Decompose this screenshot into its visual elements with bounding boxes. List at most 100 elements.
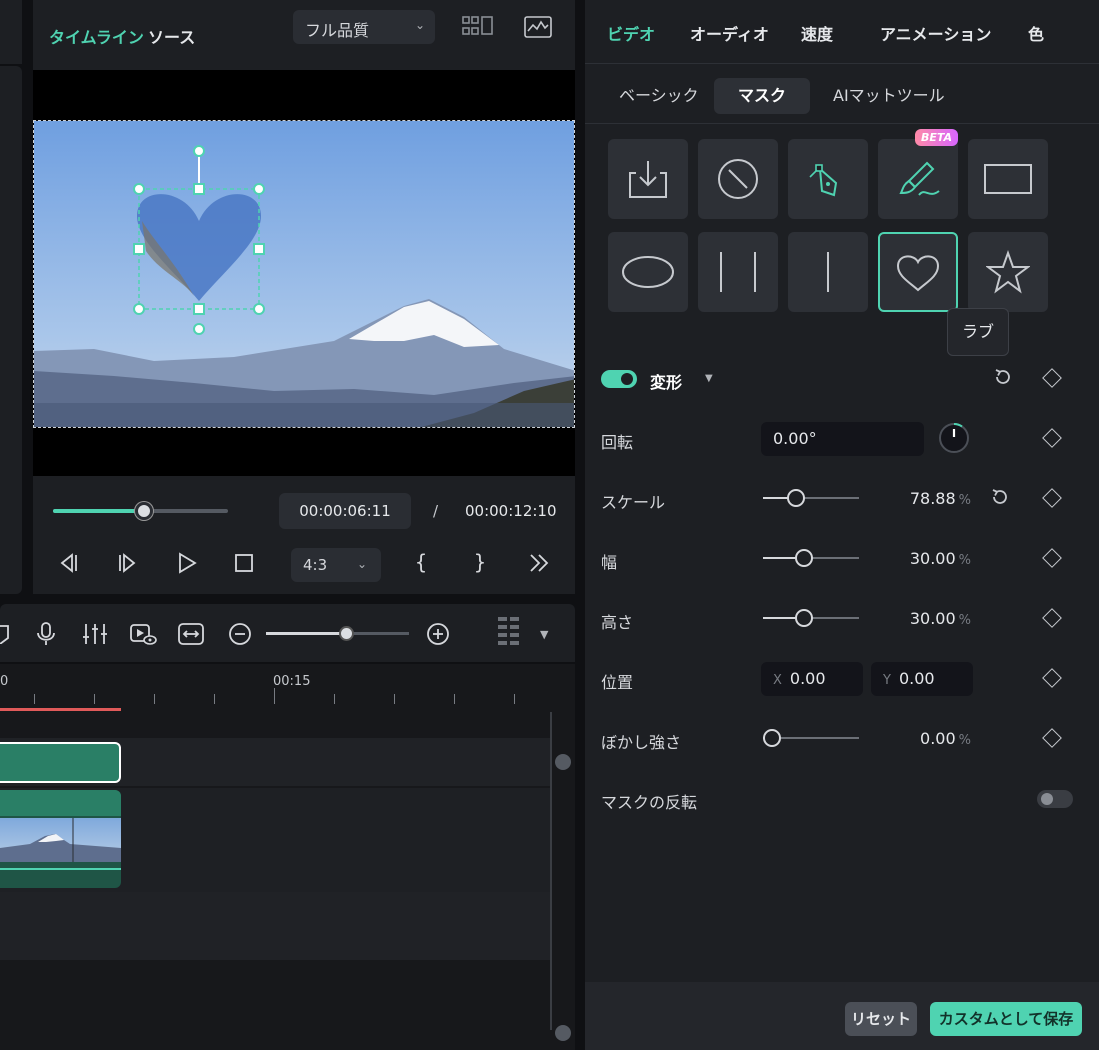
blur-number: 0.00	[920, 729, 956, 748]
grid-view-icon[interactable]	[462, 16, 494, 42]
reset-button[interactable]: リセット	[845, 1002, 917, 1036]
mask-ellipse-button[interactable]	[608, 232, 688, 312]
height-value[interactable]: 30.00%	[871, 609, 971, 628]
tab-source[interactable]: ソース	[148, 24, 195, 48]
pen-icon	[809, 164, 838, 197]
current-time[interactable]: 00:00:06:11	[279, 493, 411, 529]
keyframe-icon[interactable]	[1042, 728, 1062, 748]
zoom-in-icon[interactable]	[426, 622, 450, 651]
subtab-ai-matte[interactable]: AIマットツール	[809, 78, 969, 114]
slider-knob[interactable]	[787, 489, 805, 507]
slider-knob[interactable]	[794, 549, 813, 567]
tab-animation[interactable]: アニメーション	[880, 21, 991, 45]
properties-panel: ビデオ オーディオ 速度 アニメーション 色 ベーシック マスク AIマットツー…	[585, 0, 1099, 1050]
unit-label: %	[958, 553, 971, 568]
progress-knob[interactable]	[135, 502, 153, 520]
ruler-tick	[514, 694, 515, 704]
keyframe-icon[interactable]	[1042, 488, 1062, 508]
track-size-icon[interactable]	[497, 616, 521, 655]
keyframe-icon[interactable]	[1042, 668, 1062, 688]
tab-video[interactable]: ビデオ	[607, 21, 655, 45]
width-value[interactable]: 30.00%	[871, 549, 971, 568]
timeline-scrollbar[interactable]	[550, 712, 552, 1030]
video-preview[interactable]	[33, 120, 575, 428]
microphone-icon[interactable]	[36, 622, 56, 651]
play-icon[interactable]	[172, 552, 202, 578]
marker-icon[interactable]	[0, 622, 10, 649]
transform-toggle[interactable]	[601, 370, 637, 388]
subtab-basic[interactable]: ベーシック	[595, 78, 723, 114]
scroll-knob-bottom[interactable]	[555, 1025, 571, 1041]
tab-timeline[interactable]: タイムライン	[49, 24, 144, 48]
preview-render-icon[interactable]	[130, 622, 158, 651]
slider-knob[interactable]	[794, 609, 813, 627]
caret-down-icon[interactable]: ▼	[540, 628, 548, 641]
next-frame-icon[interactable]	[113, 552, 143, 578]
invert-toggle[interactable]	[1037, 790, 1073, 808]
mask-star-button[interactable]	[968, 232, 1048, 312]
reset-icon[interactable]	[993, 367, 1013, 392]
ruler-tick	[334, 694, 335, 704]
audio-mixer-icon[interactable]	[82, 622, 108, 651]
video-clip[interactable]	[0, 790, 121, 888]
ruler-tick	[94, 694, 95, 704]
mask-none-button[interactable]	[698, 139, 778, 219]
aspect-ratio-dropdown[interactable]: 4:3 ⌄	[291, 548, 381, 582]
clip-thumbnail	[0, 818, 121, 862]
blur-slider[interactable]	[763, 729, 859, 747]
mask-import-button[interactable]	[608, 139, 688, 219]
waveform-monitor-icon[interactable]	[524, 16, 552, 42]
save-custom-button[interactable]: カスタムとして保存	[930, 1002, 1082, 1036]
rotation-input[interactable]: 0.00°	[761, 422, 924, 456]
height-number: 30.00	[909, 609, 956, 628]
blur-value[interactable]: 0.00%	[871, 729, 971, 748]
quality-dropdown[interactable]: フル品質 ⌄	[293, 10, 435, 44]
more-controls-icon[interactable]	[524, 552, 554, 578]
zoom-out-icon[interactable]	[228, 622, 252, 651]
mask-heart-button[interactable]	[878, 232, 958, 312]
mark-in-icon[interactable]: {	[406, 550, 436, 576]
mask-clip[interactable]	[0, 742, 121, 783]
timeline-zoom-slider[interactable]	[266, 626, 409, 641]
position-x-input[interactable]: X 0.00	[761, 662, 863, 696]
clip-header	[0, 790, 121, 816]
timeline[interactable]: 0 00:15	[0, 664, 575, 1050]
scale-value[interactable]: 78.88%	[871, 489, 971, 508]
toggle-knob	[1041, 793, 1053, 805]
side-panel-edge	[0, 0, 22, 64]
mask-pen-button[interactable]	[788, 139, 868, 219]
media-panel-edge	[0, 66, 22, 594]
tab-color[interactable]: 色	[1028, 21, 1044, 45]
stop-icon[interactable]	[229, 552, 259, 578]
width-number: 30.00	[909, 549, 956, 568]
reset-icon[interactable]	[990, 487, 1010, 512]
fit-timeline-icon[interactable]	[178, 622, 204, 651]
caret-down-icon[interactable]: ▼	[705, 373, 713, 384]
keyframe-icon[interactable]	[1042, 368, 1062, 388]
unit-label: %	[958, 733, 971, 748]
mask-rectangle-button[interactable]	[968, 139, 1048, 219]
subtab-mask[interactable]: マスク	[714, 78, 811, 114]
slider-knob[interactable]	[763, 729, 781, 747]
position-y-input[interactable]: Y 0.00	[871, 662, 973, 696]
tab-speed[interactable]: 速度	[801, 21, 833, 45]
scroll-knob-top[interactable]	[555, 754, 571, 770]
time-ruler[interactable]: 0 00:15	[0, 664, 552, 708]
mask-single-line-button[interactable]	[788, 232, 868, 312]
prev-frame-icon[interactable]	[53, 552, 83, 578]
width-slider[interactable]	[763, 549, 859, 567]
rotation-dial-icon[interactable]	[938, 422, 970, 458]
total-time: 00:00:12:10	[465, 502, 557, 520]
scale-slider[interactable]	[763, 489, 859, 507]
mask-brush-button[interactable]: BETA	[878, 129, 958, 219]
mark-out-icon[interactable]: }	[465, 550, 495, 576]
zoom-knob[interactable]	[339, 626, 354, 641]
progress-slider[interactable]	[53, 502, 228, 520]
keyframe-icon[interactable]	[1042, 428, 1062, 448]
keyframe-icon[interactable]	[1042, 548, 1062, 568]
keyframe-icon[interactable]	[1042, 608, 1062, 628]
height-slider[interactable]	[763, 609, 859, 627]
tab-audio[interactable]: オーディオ	[690, 21, 769, 45]
single-line-icon	[827, 252, 829, 292]
mask-double-line-button[interactable]	[698, 232, 778, 312]
